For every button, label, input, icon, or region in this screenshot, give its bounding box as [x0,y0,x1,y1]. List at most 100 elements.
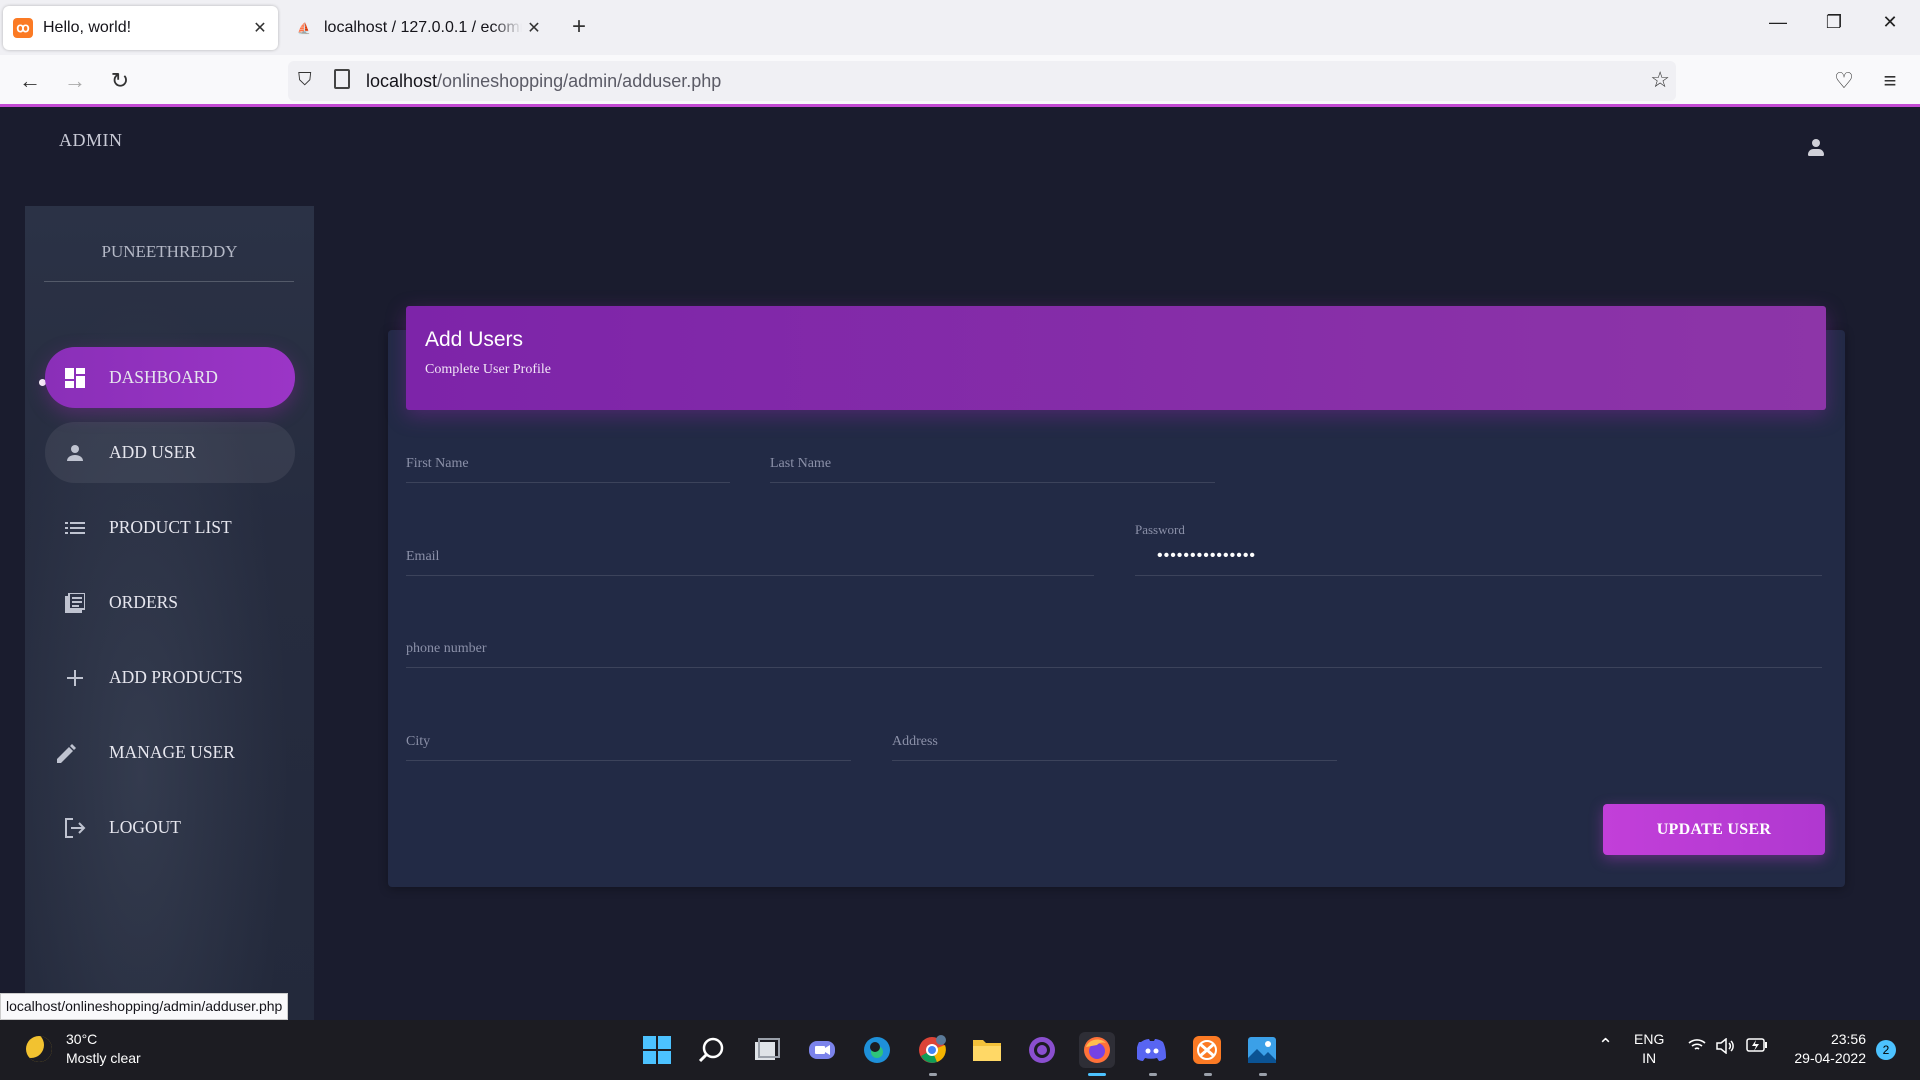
windows-start-icon[interactable] [639,1032,675,1068]
search-icon[interactable] [694,1032,730,1068]
card-header: Add Users Complete User Profile [406,306,1826,410]
address-field[interactable]: Address [892,721,1337,761]
sidebar-item-label: LOGOUT [109,817,181,837]
address-label: Address [892,734,938,749]
clock[interactable]: 23:56 29-04-2022 [1784,1030,1866,1068]
phone-number-label: phone number [406,641,487,656]
update-user-button[interactable]: UPDATE USER [1603,804,1825,855]
chrome-icon[interactable] [914,1032,950,1068]
file-explorer-icon[interactable] [969,1032,1005,1068]
wifi-icon[interactable] [1688,1038,1706,1057]
tab-title: localhost / 127.0.0.1 / ecommerce [324,19,522,36]
url-bar[interactable]: ⛉ localhost/onlineshopping/admin/adduser… [288,61,1676,101]
input-language[interactable]: ENG IN [1634,1030,1664,1068]
restore-icon[interactable]: ❐ [1814,12,1854,33]
speaker-icon[interactable] [1716,1037,1736,1059]
link-status-url: localhost/onlineshopping/admin/adduser.p… [0,993,289,1020]
github-desktop-icon[interactable] [1024,1032,1060,1068]
minimize-icon[interactable]: — [1758,12,1798,33]
user-account-icon[interactable] [1806,138,1826,158]
last-name-label: Last Name [770,456,832,471]
xampp-icon: ꝏ [13,18,33,38]
sidebar-item-dashboard[interactable]: DASHBOARD [45,347,295,408]
tab-hello-world[interactable]: ꝏ Hello, world! ✕ [3,6,278,50]
sidebar-item-label: ORDERS [109,592,179,612]
running-indicator [1149,1073,1157,1076]
person-icon [63,441,87,465]
tab-phpmyadmin[interactable]: ⛵ localhost / 127.0.0.1 / ecommerce ✕ [284,6,552,50]
admin-app: ADMIN PUNEETHREDDY DASHBOARD ADD USER PR… [0,108,1920,1020]
running-indicator [1259,1073,1267,1076]
url-text[interactable]: localhost/onlineshopping/admin/adduser.p… [366,71,721,92]
teams-chat-icon[interactable] [804,1032,840,1068]
bookmark-star-icon[interactable]: ☆ [1650,67,1670,93]
close-window-icon[interactable]: ✕ [1870,12,1910,33]
sidebar-item-product-list[interactable]: PRODUCT LIST [45,497,295,558]
close-tab-icon[interactable]: ✕ [248,18,272,38]
new-tab-icon[interactable]: + [572,13,586,41]
photos-icon[interactable] [1244,1032,1280,1068]
discord-icon[interactable] [1134,1032,1170,1068]
tab-title: Hello, world! [43,19,132,36]
password-value: ••••••••••••••• [1157,547,1257,564]
email-label: Email [406,549,440,564]
sidebar-item-manage-user[interactable]: MANAGE USER [45,722,295,783]
battery-charging-icon[interactable] [1746,1038,1768,1057]
clock-date: 29-04-2022 [1794,1050,1866,1066]
city-label: City [406,734,431,749]
dashboard-icon [63,366,87,390]
edge-browser-icon[interactable] [859,1032,895,1068]
running-indicator [1204,1073,1212,1076]
running-indicator [929,1073,937,1076]
card-subtitle: Complete User Profile [425,362,551,377]
sidebar-divider [44,281,294,282]
region-code: IN [1642,1050,1657,1066]
sidebar-item-add-user[interactable]: ADD USER [45,422,295,483]
first-name-field[interactable]: First Name [406,443,730,483]
plus-icon [63,666,87,690]
sidebar-item-label: DASHBOARD [109,367,218,387]
card-title: Add Users [425,328,524,351]
menu-icon[interactable]: ≡ [1874,65,1906,97]
task-view-icon[interactable] [749,1032,785,1068]
weather-desc: Mostly clear [66,1050,141,1066]
sidebar-item-label: ADD PRODUCTS [109,667,243,687]
sidebar-item-label: ADD USER [109,442,197,462]
chevron-up-icon[interactable]: ⌃ [1598,1036,1613,1055]
sidebar: PUNEETHREDDY DASHBOARD ADD USER PRODUCT … [25,206,314,1020]
sidebar-item-label: PRODUCT LIST [109,517,232,537]
first-name-label: First Name [406,456,469,471]
password-field[interactable]: Password ••••••••••••••• [1135,522,1822,576]
sidebar-item-orders[interactable]: ORDERS [45,572,295,633]
clock-time: 23:56 [1830,1031,1866,1047]
shield-icon[interactable]: ⛉ [298,69,312,90]
windows-taskbar: 30°C Mostly clear ⌃ ENG IN 23:56 29-04-2… [0,1020,1920,1080]
pocket-icon[interactable]: ♡ [1828,65,1860,97]
sidebar-item-logout[interactable]: LOGOUT [45,797,295,858]
close-tab-icon[interactable]: ✕ [522,18,546,38]
brand-title[interactable]: ADMIN [59,130,123,151]
last-name-field[interactable]: Last Name [770,443,1215,483]
phpmyadmin-icon: ⛵ [297,22,311,35]
moon-icon [26,1036,52,1062]
notification-badge[interactable]: 2 [1876,1040,1896,1060]
phone-number-field[interactable]: phone number [406,628,1822,668]
weather-temp: 30°C [66,1031,98,1047]
firefox-icon[interactable] [1079,1032,1115,1068]
active-app-indicator [1088,1073,1106,1076]
receipt-icon [63,591,87,615]
back-icon[interactable]: ← [14,65,46,97]
xampp-taskbar-icon[interactable] [1189,1032,1225,1068]
browser-navigation-bar: ← → ↻ ⛉ localhost/onlineshopping/admin/a… [0,55,1920,107]
list-icon [63,516,87,540]
reload-icon[interactable]: ↻ [104,65,136,97]
forward-icon[interactable]: → [59,65,91,97]
sidebar-item-add-products[interactable]: ADD PRODUCTS [45,647,295,708]
password-label: Password [1135,522,1185,537]
city-field[interactable]: City [406,721,851,761]
pencil-icon [55,741,79,765]
logout-icon [63,816,87,840]
language-code: ENG [1634,1031,1665,1047]
weather-widget[interactable]: 30°C Mostly clear [26,1030,141,1068]
email-field[interactable]: Email [406,536,1094,576]
